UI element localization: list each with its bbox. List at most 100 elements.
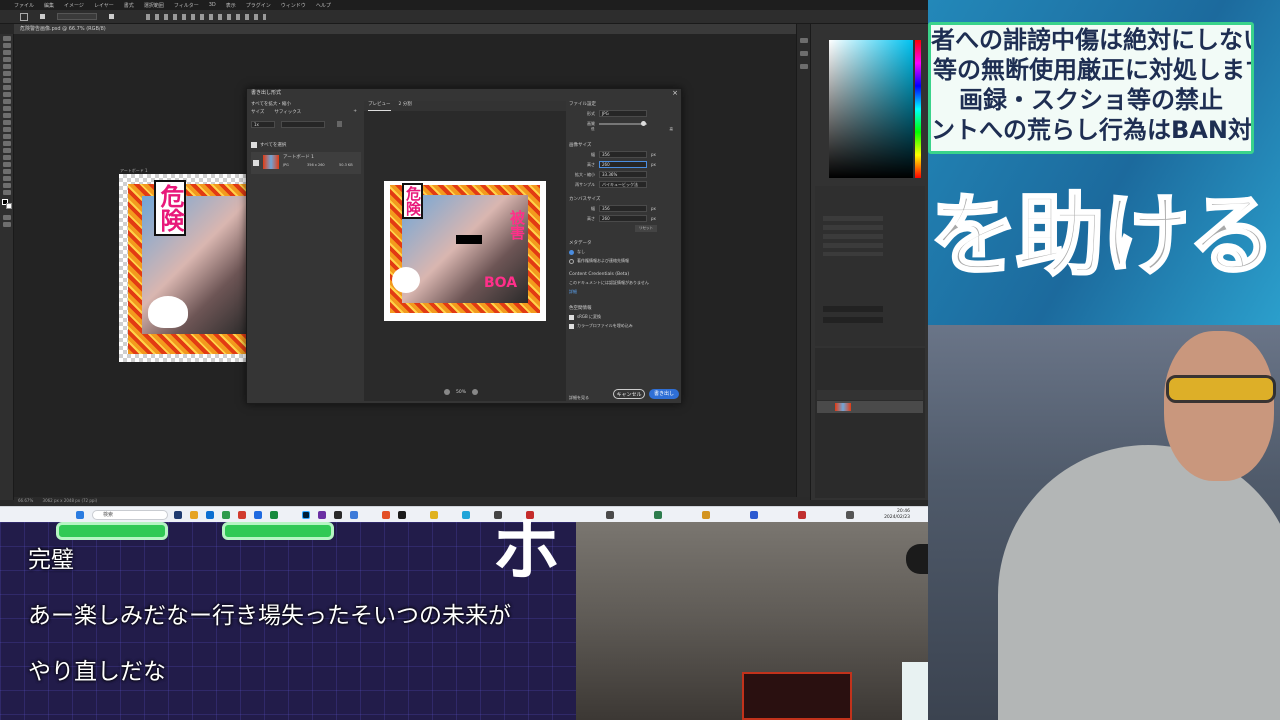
taskbar-app-17-icon[interactable] <box>606 511 614 519</box>
taskbar-app-3-icon[interactable] <box>206 511 214 519</box>
artboard-checkbox[interactable] <box>253 160 259 166</box>
taskbar-app-19-icon[interactable] <box>702 511 710 519</box>
suffix-input[interactable] <box>281 121 325 128</box>
menu-view[interactable]: 表示 <box>226 2 236 9</box>
brush-settings-icon[interactable] <box>799 64 808 69</box>
export-button[interactable]: 書き出し <box>649 389 679 399</box>
taskbar-app-12-icon[interactable] <box>398 511 406 519</box>
eyedropper-icon[interactable] <box>2 85 11 90</box>
artboard-tool-icon[interactable] <box>2 43 11 48</box>
close-icon[interactable]: × <box>672 89 678 98</box>
brush-tool-icon[interactable] <box>2 99 11 104</box>
taskbar-clock[interactable]: 20:46 2024/02/23 <box>884 509 910 520</box>
background-color[interactable] <box>5 203 12 209</box>
menu-type[interactable]: 書式 <box>124 2 134 9</box>
convert-srgb-checkbox[interactable] <box>569 314 574 320</box>
taskbar-search[interactable]: 検索 <box>92 510 168 520</box>
taskbar-app-10-icon[interactable] <box>350 511 358 519</box>
zoom-readout[interactable]: 66.67% <box>18 498 33 503</box>
taskbar-app-13-icon[interactable] <box>430 511 438 519</box>
taskbar-app-4-icon[interactable] <box>222 511 230 519</box>
scale-size-select[interactable]: 1x <box>251 121 275 128</box>
option-dropdown[interactable] <box>57 13 97 20</box>
taskbar-app-14-icon[interactable] <box>462 511 470 519</box>
menu-file[interactable]: ファイル <box>14 2 34 9</box>
move-tool-icon[interactable] <box>20 12 28 21</box>
blur-tool-icon[interactable] <box>2 134 11 139</box>
resample-select[interactable]: バイキュービック法 <box>599 181 647 188</box>
menu-plugins[interactable]: プラグイン <box>246 2 271 9</box>
scale-select[interactable]: 33.36% <box>599 171 647 178</box>
taskbar-app-1-icon[interactable] <box>174 511 182 519</box>
artboard-row[interactable]: アートボード 1 JPG 356 x 260 50.3 KB <box>251 152 361 174</box>
taskbar-app-5-icon[interactable] <box>238 511 246 519</box>
menu-help[interactable]: ヘルプ <box>316 2 331 9</box>
quality-slider[interactable] <box>599 121 647 126</box>
learn-more-link[interactable]: 詳細を見る <box>569 395 589 401</box>
document-tab[interactable]: 危険警告画像.psd @ 66.7% (RGB/8) <box>14 24 810 34</box>
taskbar-app-7-icon[interactable] <box>270 511 278 519</box>
cancel-button[interactable]: キャンセル <box>613 389 645 399</box>
option-checkbox-2[interactable] <box>109 14 114 19</box>
quick-mask-icon[interactable] <box>2 215 11 220</box>
taskbar-app-18-icon[interactable] <box>654 511 662 519</box>
embed-profile-checkbox[interactable] <box>569 323 574 329</box>
format-select[interactable]: JPG <box>599 110 647 117</box>
pen-tool-icon[interactable] <box>2 148 11 153</box>
prop-fields[interactable] <box>823 216 883 256</box>
menu-layer[interactable]: レイヤー <box>94 2 114 9</box>
zoom-out-icon[interactable] <box>444 389 450 395</box>
menu-3d[interactable]: 3D <box>209 2 216 8</box>
tab-preview[interactable]: プレビュー <box>368 101 391 111</box>
reset-button[interactable]: リセット <box>635 225 657 232</box>
canvas-height-input[interactable]: 260 <box>599 215 647 222</box>
properties-icon[interactable] <box>799 51 808 56</box>
type-tool-icon[interactable] <box>2 155 11 160</box>
path-select-icon[interactable] <box>2 162 11 167</box>
gradient-tool-icon[interactable] <box>2 127 11 132</box>
add-scale-button[interactable]: + <box>353 109 357 115</box>
history-icon[interactable] <box>799 38 808 43</box>
menu-edit[interactable]: 編集 <box>44 2 54 9</box>
dodge-tool-icon[interactable] <box>2 141 11 146</box>
taskbar-app-22-icon[interactable] <box>846 511 854 519</box>
menu-window[interactable]: ウィンドウ <box>281 2 306 9</box>
history-brush-icon[interactable] <box>2 113 11 118</box>
align-icons[interactable] <box>146 13 266 20</box>
more-tools-icon[interactable] <box>2 190 11 195</box>
healing-brush-icon[interactable] <box>2 92 11 97</box>
taskbar-app-6-icon[interactable] <box>254 511 262 519</box>
trash-icon[interactable] <box>337 121 342 127</box>
crop-tool-icon[interactable] <box>2 71 11 76</box>
taskbar-app-20-icon[interactable] <box>750 511 758 519</box>
windows-start-icon[interactable] <box>76 511 84 519</box>
color-swatches[interactable] <box>1 199 12 209</box>
taskbar-app-8-icon[interactable] <box>318 511 326 519</box>
magic-wand-icon[interactable] <box>2 64 11 69</box>
stamp-tool-icon[interactable] <box>2 106 11 111</box>
layer-row[interactable] <box>817 390 923 400</box>
screen-mode-icon[interactable] <box>2 222 11 227</box>
taskbar-app-11-icon[interactable] <box>382 511 390 519</box>
meta-copyright-radio[interactable] <box>569 258 574 264</box>
layer-row-selected[interactable] <box>817 401 923 413</box>
taskbar-photoshop-icon[interactable] <box>302 511 310 519</box>
quality-handle[interactable] <box>641 121 646 126</box>
height-input[interactable]: 260 <box>599 161 647 168</box>
lasso-tool-icon[interactable] <box>2 57 11 62</box>
option-checkbox[interactable] <box>40 14 45 19</box>
zoom-in-icon[interactable] <box>472 389 479 395</box>
move-tool-icon[interactable] <box>2 36 11 41</box>
taskbar-app-21-icon[interactable] <box>798 511 806 519</box>
hand-tool-icon[interactable] <box>2 176 11 181</box>
meta-none-radio[interactable] <box>569 249 574 255</box>
menu-select[interactable]: 選択範囲 <box>144 2 164 9</box>
marquee-tool-icon[interactable] <box>2 50 11 55</box>
details-link[interactable]: 詳細 <box>569 289 679 295</box>
rectangle-tool-icon[interactable] <box>2 169 11 174</box>
color-picker-field[interactable] <box>829 40 913 178</box>
zoom-tool-icon[interactable] <box>2 183 11 188</box>
menu-filter[interactable]: フィルター <box>174 2 199 9</box>
frame-tool-icon[interactable] <box>2 78 11 83</box>
width-input[interactable]: 356 <box>599 151 647 158</box>
